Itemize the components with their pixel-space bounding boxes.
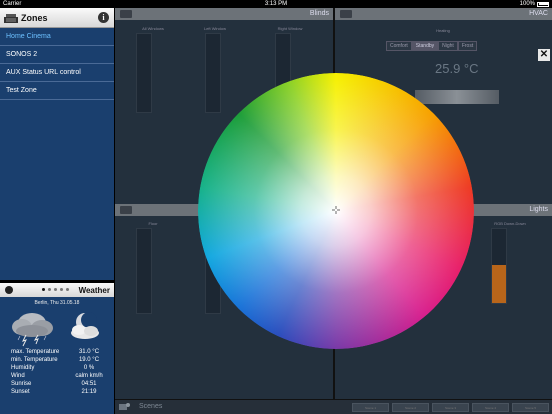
lights-icon <box>120 206 132 214</box>
hvac-icon <box>340 10 352 18</box>
weather-icons <box>0 306 114 348</box>
scene-button[interactable]: Scene 4 <box>472 403 509 412</box>
clock: 3:13 PM <box>264 1 288 7</box>
zone-item-aux-status[interactable]: AUX Status URL control <box>0 64 114 82</box>
scene-buttons: Scene 1 Scene 2 Scene 3 Scene 4 Scene 5 <box>352 403 549 412</box>
crosshair-icon[interactable] <box>332 206 340 214</box>
weather-title: Weather <box>78 285 110 295</box>
hvac-mode-night[interactable]: Night <box>438 41 458 51</box>
thunderstorm-icon <box>12 313 53 347</box>
zone-item-test-zone[interactable]: Test Zone <box>0 82 114 100</box>
blinds-slider-all[interactable] <box>136 33 152 113</box>
weather-row: Humidity 0 % <box>11 365 95 371</box>
rgb-level-fill <box>492 265 506 303</box>
hvac-mode-standby[interactable]: Standby <box>411 41 439 51</box>
close-button[interactable]: ✕ <box>538 49 550 61</box>
scene-button[interactable]: Scene 5 <box>512 403 549 412</box>
battery-percent: 100% <box>519 1 535 7</box>
scenes-icon <box>119 403 130 410</box>
lights-col-label: Floor <box>148 221 158 226</box>
pager-dot <box>48 288 51 291</box>
blinds-col-label: Right Window <box>277 26 303 31</box>
zone-item-sonos-2[interactable]: SONOS 2 <box>0 46 114 64</box>
hvac-mode-comfort[interactable]: Comfort <box>386 41 412 51</box>
pager-dot <box>60 288 63 291</box>
info-button[interactable]: i <box>98 12 109 23</box>
blinds-title: Blinds <box>309 10 329 17</box>
zone-list: Home Cinema SONOS 2 AUX Status URL contr… <box>0 28 114 100</box>
zones-title: Zones <box>21 12 48 23</box>
blinds-slider-left[interactable] <box>205 33 221 113</box>
lights-title: Lights <box>529 206 548 213</box>
weather-row: Sunset 21:19 <box>11 389 97 395</box>
hvac-label: Heating <box>436 28 450 33</box>
status-bar: Carrier 3:13 PM 100% <box>0 0 552 8</box>
scenes-title: Scenes <box>139 403 163 410</box>
weather-header: Weather <box>0 283 114 297</box>
temperature-slider[interactable] <box>415 90 499 104</box>
hvac-header: HVAC <box>335 8 552 20</box>
battery-icon <box>537 1 549 7</box>
zones-panel: Zones i Home Cinema SONOS 2 AUX Status U… <box>0 8 114 280</box>
weather-panel: Weather Berlin, Thu 31.05.18 max. Temper… <box>0 283 114 414</box>
blinds-col-label: All Windows <box>142 26 164 31</box>
battery-indicator: 100% <box>520 0 549 8</box>
scene-button[interactable]: Scene 2 <box>392 403 429 412</box>
scene-button[interactable]: Scene 3 <box>432 403 469 412</box>
pager-dot <box>54 288 57 291</box>
weather-rows: max. Temperature 31.0 °C min. Temperature… <box>0 348 114 396</box>
zone-item-home-cinema[interactable]: Home Cinema <box>0 28 114 46</box>
blinds-icon <box>120 10 132 18</box>
blinds-header: Blinds <box>115 8 333 20</box>
lights-slider-floor[interactable] <box>136 228 152 314</box>
weather-toggle-icon[interactable] <box>5 286 13 294</box>
temperature-readout: 25.9 °C <box>435 61 479 76</box>
weather-row: Sunrise 04:51 <box>11 381 97 387</box>
hvac-mode-selector: Comfort Standby Night Frost <box>386 41 478 51</box>
hvac-title: HVAC <box>529 10 548 17</box>
hvac-mode-frost[interactable]: Frost <box>457 41 478 51</box>
scenes-bar: Scenes Scene 1 Scene 2 Scene 3 Scene 4 S… <box>115 399 552 414</box>
weather-row: Wind calm km/h <box>11 373 103 379</box>
blinds-col-label: Left Window <box>203 26 226 31</box>
scene-button[interactable]: Scene 1 <box>352 403 389 412</box>
lights-slider-rgb[interactable] <box>491 228 507 304</box>
night-cloudy-icon <box>71 312 99 339</box>
weather-row: min. Temperature 19.0 °C <box>11 357 100 363</box>
pager-dot <box>66 288 69 291</box>
weather-pager[interactable] <box>42 288 69 291</box>
lights-col-label: RGB Down-Down <box>494 221 526 226</box>
zones-icon <box>4 13 18 23</box>
pager-dot <box>42 288 45 291</box>
zones-header: Zones i <box>0 8 114 28</box>
weather-row: max. Temperature 31.0 °C <box>11 349 100 355</box>
